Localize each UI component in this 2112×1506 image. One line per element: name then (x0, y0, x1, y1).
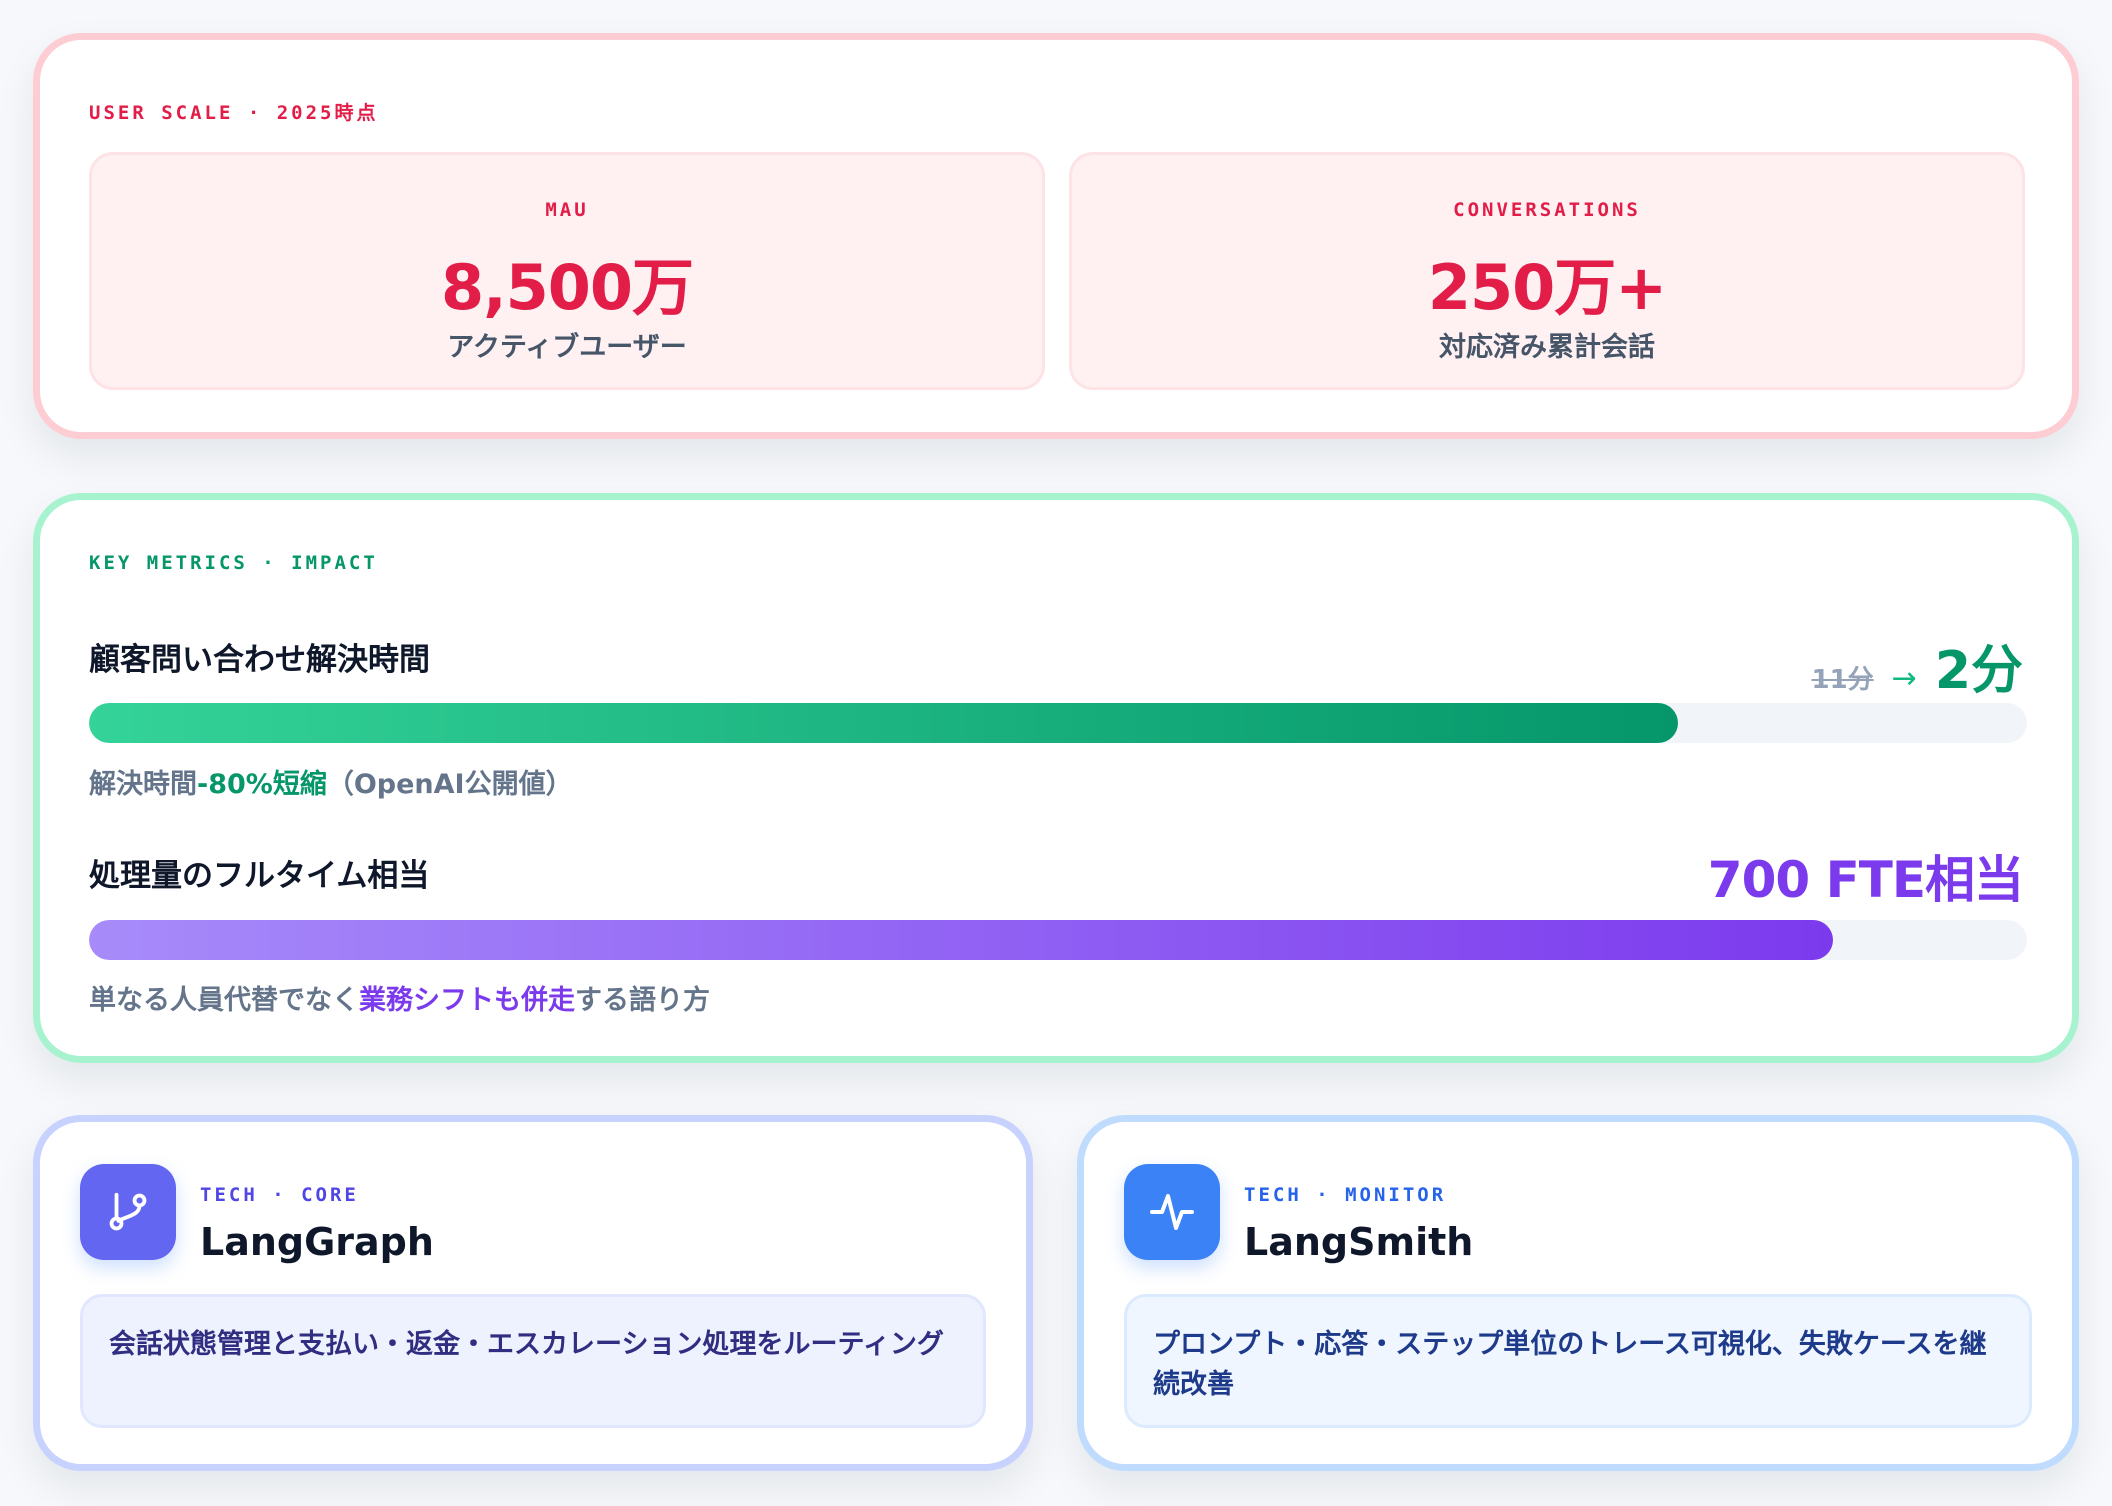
conversations-label: CONVERSATIONS (1453, 199, 1641, 221)
langsmith-description: プロンプト・応答・ステップ単位のトレース可視化、失敗ケースを継続改善 (1124, 1294, 2032, 1428)
resolution-new-value: 2分 (1934, 641, 2023, 701)
conversations-value: 250万+ (1427, 251, 1667, 324)
resolution-progress-fill (89, 703, 1679, 743)
key-metrics-card: KEY METRICS · IMPACT 顧客問い合わせ解決時間 11分 → 2… (33, 493, 2079, 1063)
fte-progress-track (89, 920, 2027, 960)
fte-note-suffix: する語り方 (575, 985, 710, 1016)
conversations-stat: CONVERSATIONS 250万+ 対応済み累計会話 (1069, 152, 2025, 390)
fte-value: 700 FTE相当 (1707, 851, 2024, 909)
fte-title: 処理量のフルタイム相当 (89, 858, 430, 894)
resolution-old-value: 11分 (1811, 665, 1874, 695)
langsmith-card: TECH · MONITOR LangSmith プロンプト・応答・ステップ単位… (1077, 1115, 2079, 1471)
resolution-note-prefix: 解決時間 (89, 769, 197, 800)
pulse-icon (1124, 1164, 1220, 1260)
resolution-note: 解決時間-80%短縮（OpenAI公開値） (89, 762, 573, 801)
mau-label: MAU (545, 199, 589, 221)
langsmith-tag: TECH · MONITOR (1244, 1184, 1447, 1206)
langgraph-tag: TECH · CORE (200, 1184, 359, 1206)
resolution-note-suffix: （OpenAI公開値） (326, 769, 573, 800)
mau-value: 8,500万 (440, 251, 694, 324)
langgraph-description: 会話状態管理と支払い・返金・エスカレーション処理をルーティング (80, 1294, 986, 1428)
fte-note-highlight: 業務シフトも併走 (359, 985, 575, 1016)
langsmith-name: LangSmith (1244, 1220, 1474, 1264)
resolution-time-title: 顧客問い合わせ解決時間 (89, 642, 430, 678)
user-scale-card: USER SCALE · 2025時点 MAU 8,500万 アクティブユーザー… (33, 33, 2079, 439)
fte-values: 700 FTE相当 (1707, 840, 2024, 912)
arrow-right-icon: → (1891, 661, 1917, 696)
resolution-time-values: 11分 → 2分 (1811, 628, 2023, 703)
key-metrics-section-label: KEY METRICS · IMPACT (89, 552, 378, 574)
langgraph-card: TECH · CORE LangGraph 会話状態管理と支払い・返金・エスカレ… (33, 1115, 1033, 1471)
fte-note: 単なる人員代替でなく業務シフトも併走する語り方 (89, 978, 710, 1017)
mau-stat: MAU 8,500万 アクティブユーザー (89, 152, 1045, 390)
fte-note-prefix: 単なる人員代替でなく (89, 985, 359, 1016)
resolution-note-highlight: -80%短縮 (197, 769, 327, 800)
mau-subtitle: アクティブユーザー (447, 332, 687, 363)
resolution-progress-track (89, 703, 2027, 743)
user-scale-section-label: USER SCALE · 2025時点 (89, 102, 379, 124)
branch-icon (80, 1164, 176, 1260)
conversations-subtitle: 対応済み累計会話 (1439, 332, 1655, 363)
fte-progress-fill (89, 920, 1834, 960)
langgraph-name: LangGraph (200, 1220, 434, 1264)
